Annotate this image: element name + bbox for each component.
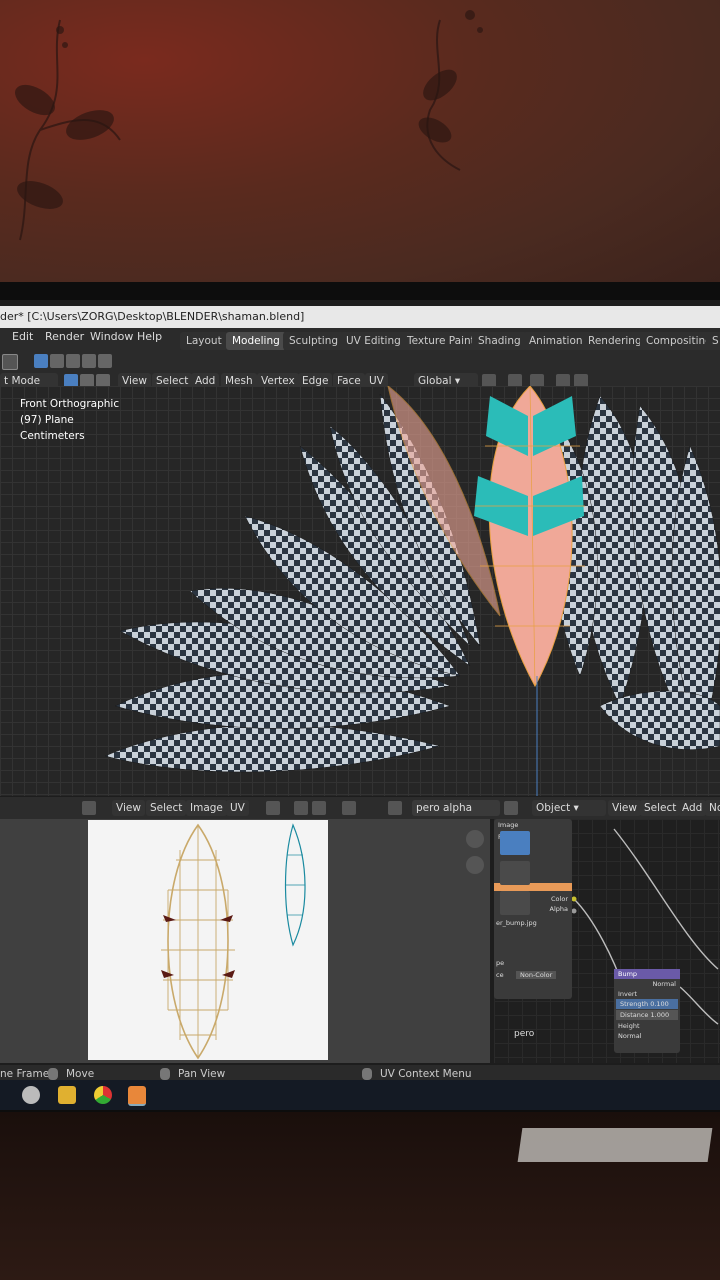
node-colorspace[interactable]: Non-Color	[516, 971, 557, 979]
blender-window: der* [C:\Users\ZORG\Desktop\BLENDER\sham…	[0, 300, 720, 1110]
mouse-right-icon	[362, 1068, 372, 1080]
bump-node-title: Bump	[614, 969, 680, 979]
blender-icon[interactable]	[128, 1086, 146, 1106]
chrome-icon[interactable]	[94, 1086, 112, 1104]
distance-label: Distance	[620, 1011, 649, 1019]
top-bar: Edit Render Window Help Layout Modeling …	[0, 328, 720, 370]
uv-menu-uv[interactable]: UV	[226, 800, 249, 816]
node-image-file[interactable]: er_bump.jpg	[496, 919, 537, 927]
desk-object	[517, 1128, 713, 1162]
menu-render[interactable]: Render	[45, 328, 84, 346]
bump-in-normal: Normal	[618, 1032, 642, 1040]
bump-out-normal: Normal	[652, 980, 676, 988]
mouse-icon	[48, 1068, 58, 1080]
select-new-icon[interactable]	[34, 354, 48, 368]
node-projection[interactable]: pe	[496, 959, 504, 967]
strength-label: Strength	[620, 1000, 649, 1008]
select-box-tool-icon[interactable]	[500, 831, 530, 855]
lower-editors-header: View Select Image UV pero alpha Object ▾…	[0, 797, 720, 819]
uv-image-canvas[interactable]	[88, 820, 328, 1060]
uv-menu-image[interactable]: Image	[186, 800, 227, 816]
tab-modeling[interactable]: Modeling	[226, 332, 286, 350]
image-name-field[interactable]: pero alpha	[412, 800, 500, 816]
os-taskbar	[0, 1080, 720, 1110]
node-menu-select[interactable]: Select	[640, 800, 681, 816]
menu-window[interactable]: Window	[90, 328, 133, 346]
tab-rendering[interactable]: Rendering	[582, 332, 648, 350]
strength-value: 0.100	[650, 1000, 669, 1008]
status-move: Move	[66, 1068, 95, 1080]
cut-links-tool-icon[interactable]	[500, 891, 530, 915]
tab-more[interactable]: S	[706, 332, 720, 350]
shader-node-editor[interactable]: Image RGB Color Alpha er_bump.jpg pe ce …	[494, 819, 720, 1063]
material-name: pero	[514, 1029, 535, 1039]
3d-viewport[interactable]: Front Orthographic (97) Plane Centimeter…	[0, 386, 720, 796]
window-title: der* [C:\Users\ZORG\Desktop\BLENDER\sham…	[0, 306, 720, 328]
status-frame: ne Frame	[0, 1068, 50, 1080]
status-uv-context: UV Context Menu	[380, 1068, 472, 1080]
file-explorer-icon[interactable]	[58, 1086, 76, 1104]
search-icon[interactable]	[22, 1086, 40, 1104]
feather-mesh	[104, 386, 720, 796]
node-out-alpha: Alpha	[549, 905, 568, 913]
uv-pivot-icon[interactable]	[312, 801, 326, 815]
bump-invert-checkbox[interactable]: Invert	[614, 989, 680, 999]
status-pan-view: Pan View	[178, 1068, 226, 1080]
uv-menu-select[interactable]: Select	[146, 800, 187, 816]
tab-layout[interactable]: Layout	[180, 332, 228, 350]
uv-proportional-icon[interactable]	[342, 801, 356, 815]
bump-strength-field[interactable]: Strength 0.100	[616, 999, 678, 1009]
tab-shading[interactable]: Shading	[472, 332, 527, 350]
editor-type-icon[interactable]	[82, 801, 96, 815]
uv-menu-view[interactable]: View	[112, 800, 145, 816]
menu-edit[interactable]: Edit	[12, 328, 33, 346]
tab-animation[interactable]: Animation	[523, 332, 589, 350]
node-menu-add[interactable]: Add	[678, 800, 707, 816]
tab-sculpting[interactable]: Sculpting	[283, 332, 345, 350]
uv-sync-icon[interactable]	[266, 801, 280, 815]
select-intersect-icon[interactable]	[98, 354, 112, 368]
uv-layout	[161, 823, 306, 1060]
hand-pan-icon[interactable]	[466, 856, 484, 874]
select-subtract-icon[interactable]	[66, 354, 80, 368]
node-menu-node[interactable]: No	[705, 800, 720, 816]
uv-snap-icon[interactable]	[294, 801, 308, 815]
node-menu-view[interactable]: View	[608, 800, 641, 816]
zoom-icon[interactable]	[466, 830, 484, 848]
shader-type-label: Object	[536, 802, 571, 814]
node-out-color: Color	[551, 895, 568, 903]
distance-value: 1.000	[650, 1011, 670, 1019]
tab-texture-paint[interactable]: Texture Paint	[401, 332, 481, 350]
bump-distance-field[interactable]: Distance 1.000	[616, 1010, 678, 1020]
image-browse-icon[interactable]	[388, 801, 402, 815]
tab-uv-editing[interactable]: UV Editing	[340, 332, 407, 350]
node-row-image: Image	[498, 821, 519, 829]
select-tool-icon[interactable]	[2, 354, 18, 370]
node-editor-type-icon[interactable]	[504, 801, 518, 815]
bump-in-height: Height	[618, 1022, 640, 1030]
shader-type-selector[interactable]: Object ▾	[532, 800, 606, 816]
menu-help[interactable]: Help	[137, 328, 162, 346]
node-extension[interactable]: ce	[496, 971, 504, 979]
select-invert-icon[interactable]	[82, 354, 96, 368]
bump-node[interactable]: Bump Normal Invert Strength 0.100 Distan…	[614, 969, 680, 1053]
floral-wallpaper	[15, 10, 483, 241]
mouse-middle-icon	[160, 1068, 170, 1080]
select-extend-icon[interactable]	[50, 354, 64, 368]
annotate-tool-icon[interactable]	[500, 861, 530, 885]
